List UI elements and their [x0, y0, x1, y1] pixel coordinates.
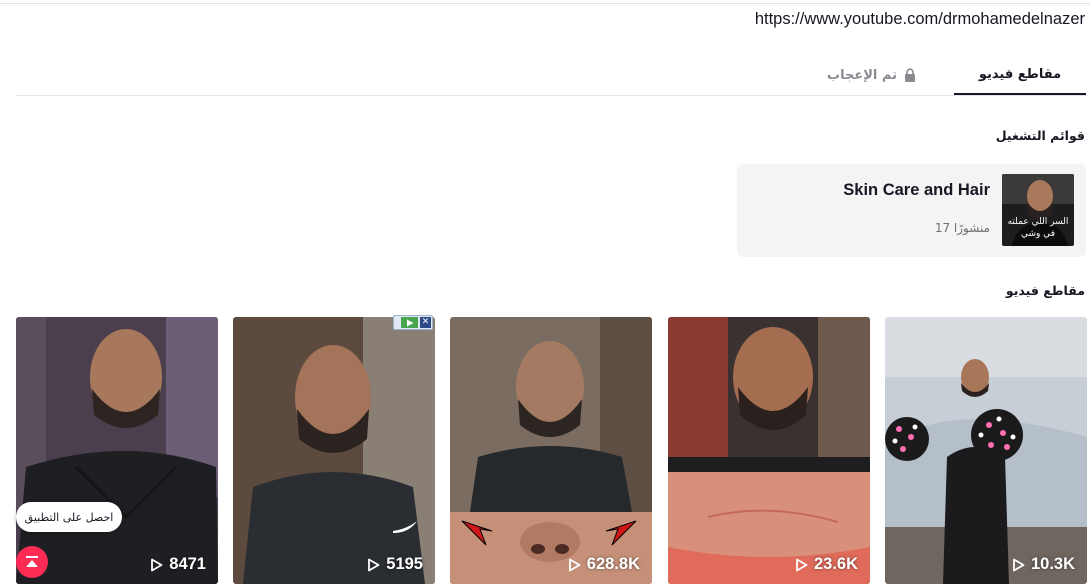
- view-count-text: 5195: [386, 555, 423, 573]
- video-thumbnail[interactable]: 628.8K: [450, 317, 652, 584]
- video-image: [16, 317, 218, 584]
- video-thumbnail[interactable]: 5195: [233, 317, 435, 584]
- video-image: [668, 317, 870, 584]
- profile-tabs: مقاطع فيديو تم الإعجاب: [16, 56, 1086, 96]
- video-image: [885, 317, 1087, 584]
- tab-videos[interactable]: مقاطع فيديو: [954, 56, 1086, 95]
- playlist-thumb-caption: السر اللي عملته في وشي: [1007, 217, 1069, 239]
- ad-close-icon[interactable]: ✕: [420, 317, 431, 328]
- lock-icon: [904, 68, 915, 82]
- play-icon: [151, 558, 163, 571]
- view-count: 23.6K: [795, 555, 858, 574]
- tab-liked-label: تم الإعجاب: [827, 67, 897, 83]
- top-divider: [0, 3, 1090, 4]
- playlist-thumbnail: السر اللي عملته في وشي: [1002, 174, 1074, 246]
- view-count: 5195: [367, 555, 423, 574]
- video-thumbnail[interactable]: 23.6K: [668, 317, 870, 584]
- tab-videos-label: مقاطع فيديو: [978, 67, 1062, 82]
- profile-url[interactable]: https://www.youtube.com/drmohamedelnazer: [755, 10, 1085, 29]
- scroll-to-top-button[interactable]: [16, 546, 48, 578]
- play-icon: [796, 558, 808, 571]
- get-app-button[interactable]: احصل على التطبيق: [16, 502, 122, 532]
- playlist-card[interactable]: السر اللي عملته في وشي Skin Care and Hai…: [737, 164, 1086, 257]
- play-icon: [1013, 558, 1025, 571]
- playlists-heading: قوائم التشغيل: [995, 128, 1085, 143]
- play-icon: [568, 558, 581, 571]
- tab-liked[interactable]: تم الإعجاب: [822, 56, 922, 94]
- view-count: 628.8K: [568, 555, 640, 574]
- playlist-count: 17 منشورًا: [934, 221, 990, 235]
- view-count: 8471: [150, 555, 206, 574]
- view-count-text: 8471: [169, 555, 206, 573]
- video-thumbnail[interactable]: 10.3K: [885, 317, 1087, 584]
- play-icon: [368, 558, 380, 571]
- view-count: 10.3K: [1012, 555, 1075, 574]
- video-image: [233, 317, 435, 584]
- playlist-title: Skin Care and Hair: [843, 181, 990, 199]
- view-count-text: 23.6K: [813, 555, 858, 573]
- video-thumbnail[interactable]: 8471: [16, 317, 218, 584]
- video-image: [450, 317, 652, 584]
- arrow-up-icon: [26, 556, 38, 567]
- ad-choices-badge[interactable]: ✕: [393, 315, 433, 330]
- ad-play-icon: [401, 317, 418, 328]
- view-count-text: 628.8K: [586, 555, 640, 573]
- videos-heading: مقاطع فيديو: [1005, 283, 1085, 298]
- view-count-text: 10.3K: [1030, 555, 1075, 573]
